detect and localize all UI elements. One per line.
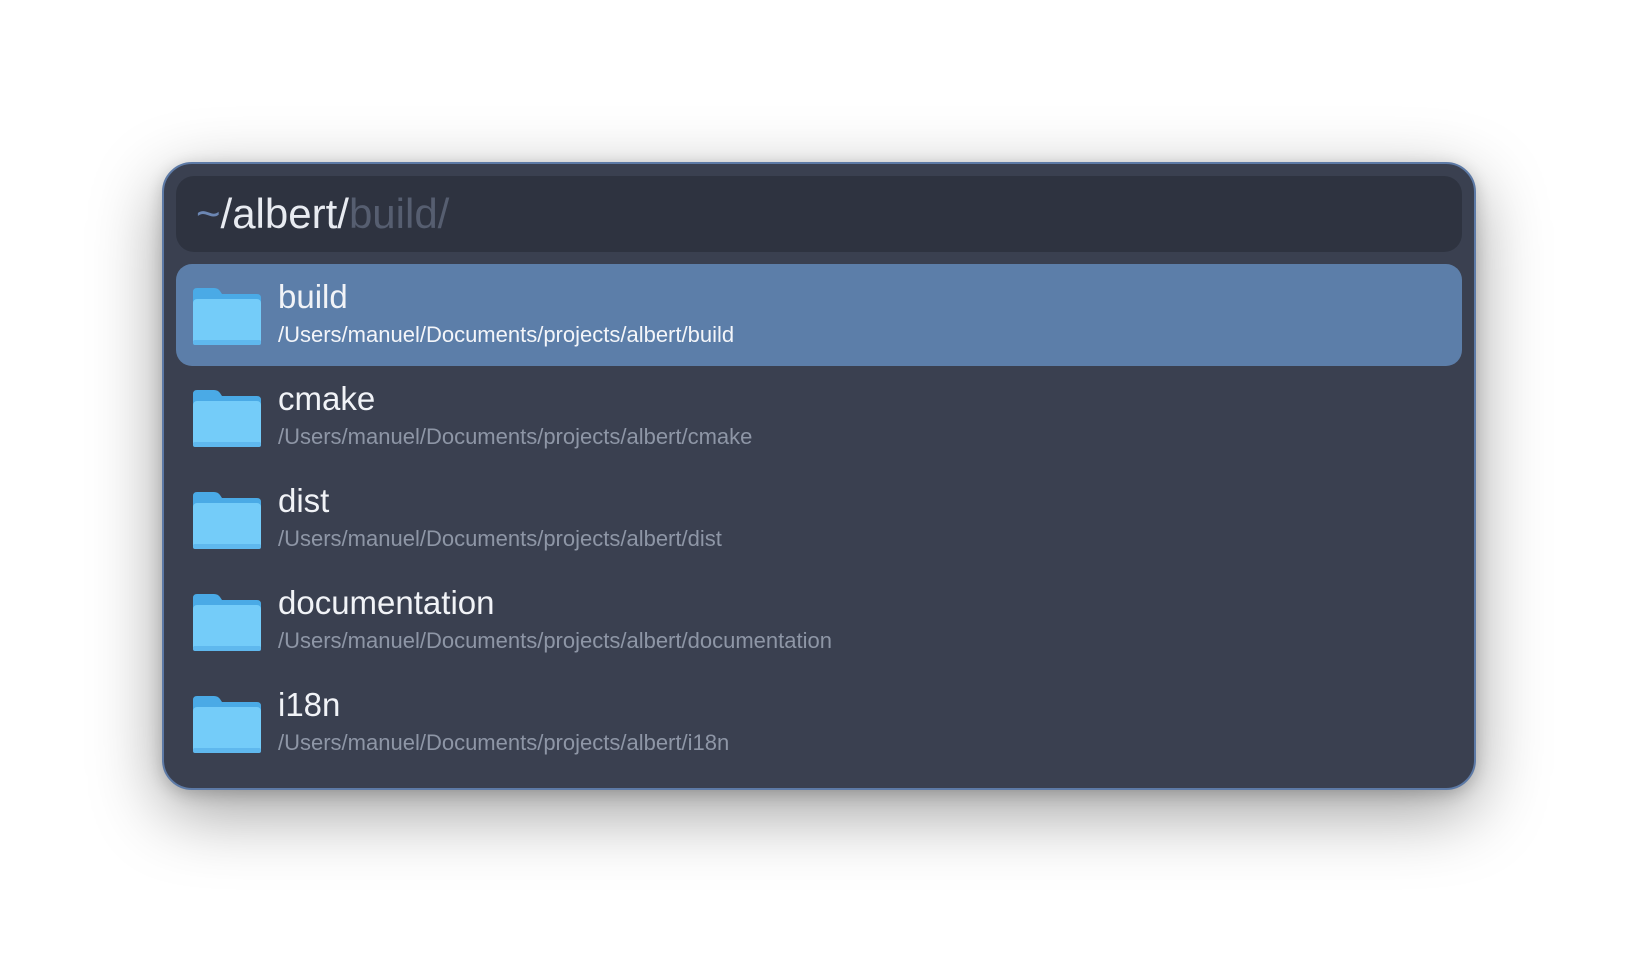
- folder-icon: [193, 594, 261, 651]
- result-title: cmake: [278, 380, 376, 417]
- result-path: /Users/manuel/Documents/projects/albert/…: [278, 322, 735, 347]
- query-text: /albert/: [220, 190, 349, 237]
- result-title: dist: [278, 482, 330, 519]
- folder-icon: [193, 696, 261, 753]
- result-item[interactable]: build /Users/manuel/Documents/projects/a…: [176, 264, 1462, 366]
- result-item[interactable]: documentation /Users/manuel/Documents/pr…: [176, 570, 1462, 672]
- query-home-prefix: ~: [196, 190, 221, 237]
- result-path: /Users/manuel/Documents/projects/albert/…: [278, 424, 753, 449]
- result-title: documentation: [278, 584, 495, 621]
- result-path: /Users/manuel/Documents/projects/albert/…: [278, 526, 722, 551]
- result-title: build: [278, 278, 348, 315]
- search-input[interactable]: ~/albert/build/: [176, 176, 1462, 252]
- result-path: /Users/manuel/Documents/projects/albert/…: [278, 628, 832, 653]
- folder-icon: [193, 288, 261, 345]
- folder-icon: [193, 492, 261, 549]
- launcher-window: ~/albert/build/ build /Users/manuel/Docu…: [162, 162, 1476, 790]
- result-item[interactable]: cmake /Users/manuel/Documents/projects/a…: [176, 366, 1462, 468]
- results-list: build /Users/manuel/Documents/projects/a…: [176, 264, 1462, 774]
- result-title: i18n: [278, 686, 341, 723]
- result-item[interactable]: i18n /Users/manuel/Documents/projects/al…: [176, 672, 1462, 774]
- result-path: /Users/manuel/Documents/projects/albert/…: [278, 730, 730, 755]
- result-item[interactable]: dist /Users/manuel/Documents/projects/al…: [176, 468, 1462, 570]
- query-completion-hint: build/: [348, 190, 450, 237]
- folder-icon: [193, 390, 261, 447]
